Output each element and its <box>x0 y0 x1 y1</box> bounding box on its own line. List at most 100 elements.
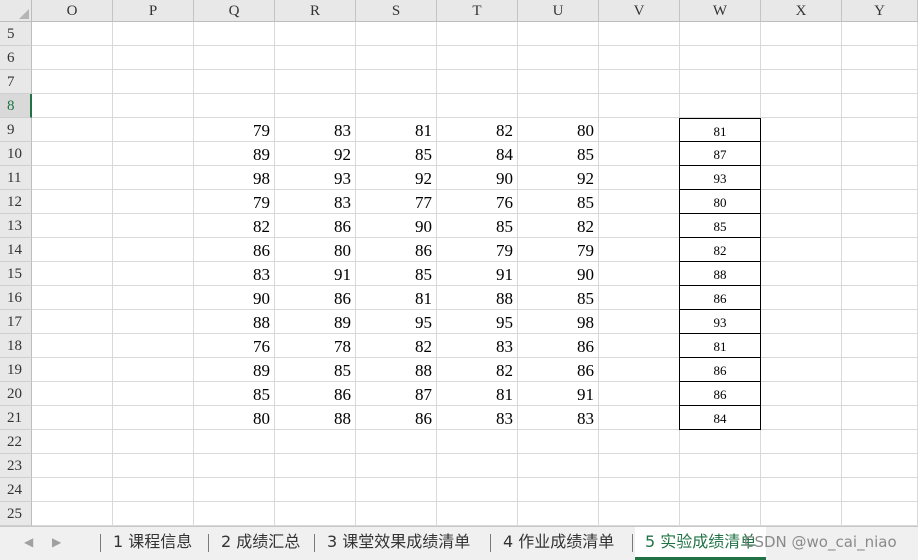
column-header-o[interactable]: O <box>32 0 113 22</box>
cell-s24[interactable] <box>356 478 437 502</box>
cell-o14[interactable] <box>32 238 113 262</box>
cell-v12[interactable] <box>599 190 680 214</box>
cell-s15[interactable]: 85 <box>356 262 437 286</box>
cell-x12[interactable] <box>761 190 842 214</box>
cell-u7[interactable] <box>518 70 599 94</box>
cell-r9[interactable]: 83 <box>275 118 356 142</box>
cell-q14[interactable]: 86 <box>194 238 275 262</box>
cell-v18[interactable] <box>599 334 680 358</box>
cell-s23[interactable] <box>356 454 437 478</box>
cell-x24[interactable] <box>761 478 842 502</box>
cell-w24[interactable] <box>680 478 761 502</box>
cell-t20[interactable]: 81 <box>437 382 518 406</box>
cell-x23[interactable] <box>761 454 842 478</box>
row-header-6[interactable]: 6 <box>0 46 32 70</box>
cell-u8[interactable] <box>518 94 599 118</box>
cell-y10[interactable] <box>842 142 918 166</box>
cell-r16[interactable]: 86 <box>275 286 356 310</box>
column-header-p[interactable]: P <box>113 0 194 22</box>
cell-r10[interactable]: 92 <box>275 142 356 166</box>
cell-q25[interactable] <box>194 502 275 526</box>
cell-q12[interactable]: 79 <box>194 190 275 214</box>
cell-q15[interactable]: 83 <box>194 262 275 286</box>
cell-v23[interactable] <box>599 454 680 478</box>
cell-w7[interactable] <box>680 70 761 94</box>
column-header-q[interactable]: Q <box>194 0 275 22</box>
row-header-14[interactable]: 14 <box>0 238 32 262</box>
cell-w25[interactable] <box>680 502 761 526</box>
cell-x13[interactable] <box>761 214 842 238</box>
sheet-tab-2[interactable]: 2 成绩汇总 <box>211 527 310 560</box>
cell-r22[interactable] <box>275 430 356 454</box>
cell-q5[interactable] <box>194 22 275 46</box>
cell-x17[interactable] <box>761 310 842 334</box>
cell-o7[interactable] <box>32 70 113 94</box>
column-header-y[interactable]: Y <box>842 0 918 22</box>
chevron-right-icon[interactable]: ▶ <box>52 535 61 549</box>
cell-u14[interactable]: 79 <box>518 238 599 262</box>
cell-t15[interactable]: 91 <box>437 262 518 286</box>
cell-v15[interactable] <box>599 262 680 286</box>
cell-p8[interactable] <box>113 94 194 118</box>
cell-v17[interactable] <box>599 310 680 334</box>
cell-o9[interactable] <box>32 118 113 142</box>
cell-y19[interactable] <box>842 358 918 382</box>
cell-p5[interactable] <box>113 22 194 46</box>
cell-u22[interactable] <box>518 430 599 454</box>
cell-q11[interactable]: 98 <box>194 166 275 190</box>
cell-w10[interactable]: 87 <box>679 142 761 166</box>
cell-x10[interactable] <box>761 142 842 166</box>
cell-y23[interactable] <box>842 454 918 478</box>
cell-s20[interactable]: 87 <box>356 382 437 406</box>
cell-y5[interactable] <box>842 22 918 46</box>
cell-s7[interactable] <box>356 70 437 94</box>
cell-w17[interactable]: 93 <box>679 310 761 334</box>
cell-r6[interactable] <box>275 46 356 70</box>
cell-p16[interactable] <box>113 286 194 310</box>
cell-q8[interactable] <box>194 94 275 118</box>
cell-v21[interactable] <box>599 406 680 430</box>
cell-v6[interactable] <box>599 46 680 70</box>
cell-v16[interactable] <box>599 286 680 310</box>
cell-v13[interactable] <box>599 214 680 238</box>
cell-x15[interactable] <box>761 262 842 286</box>
cell-v24[interactable] <box>599 478 680 502</box>
cell-t13[interactable]: 85 <box>437 214 518 238</box>
cell-u10[interactable]: 85 <box>518 142 599 166</box>
cell-y20[interactable] <box>842 382 918 406</box>
cell-s14[interactable]: 86 <box>356 238 437 262</box>
cell-u11[interactable]: 92 <box>518 166 599 190</box>
cell-x11[interactable] <box>761 166 842 190</box>
cell-r8[interactable] <box>275 94 356 118</box>
cell-u24[interactable] <box>518 478 599 502</box>
cell-s6[interactable] <box>356 46 437 70</box>
row-header-8[interactable]: 8 <box>0 94 32 118</box>
sheet-tab-1[interactable]: 1 课程信息 <box>103 527 202 560</box>
cell-p7[interactable] <box>113 70 194 94</box>
cell-x6[interactable] <box>761 46 842 70</box>
cell-x16[interactable] <box>761 286 842 310</box>
cell-x22[interactable] <box>761 430 842 454</box>
cell-u5[interactable] <box>518 22 599 46</box>
column-header-w[interactable]: W <box>680 0 761 22</box>
cell-s22[interactable] <box>356 430 437 454</box>
cell-w8[interactable] <box>680 94 761 118</box>
cell-w14[interactable]: 82 <box>679 238 761 262</box>
cell-t8[interactable] <box>437 94 518 118</box>
cell-y9[interactable] <box>842 118 918 142</box>
cell-r19[interactable]: 85 <box>275 358 356 382</box>
cell-y16[interactable] <box>842 286 918 310</box>
cell-s25[interactable] <box>356 502 437 526</box>
row-header-15[interactable]: 15 <box>0 262 32 286</box>
sheet-tab-3[interactable]: 3 课堂效果成绩清单 <box>317 527 480 560</box>
cell-y14[interactable] <box>842 238 918 262</box>
cell-t24[interactable] <box>437 478 518 502</box>
cell-o13[interactable] <box>32 214 113 238</box>
cell-u12[interactable]: 85 <box>518 190 599 214</box>
cell-v20[interactable] <box>599 382 680 406</box>
cell-t21[interactable]: 83 <box>437 406 518 430</box>
cell-x14[interactable] <box>761 238 842 262</box>
cell-w6[interactable] <box>680 46 761 70</box>
cell-u15[interactable]: 90 <box>518 262 599 286</box>
cell-u13[interactable]: 82 <box>518 214 599 238</box>
